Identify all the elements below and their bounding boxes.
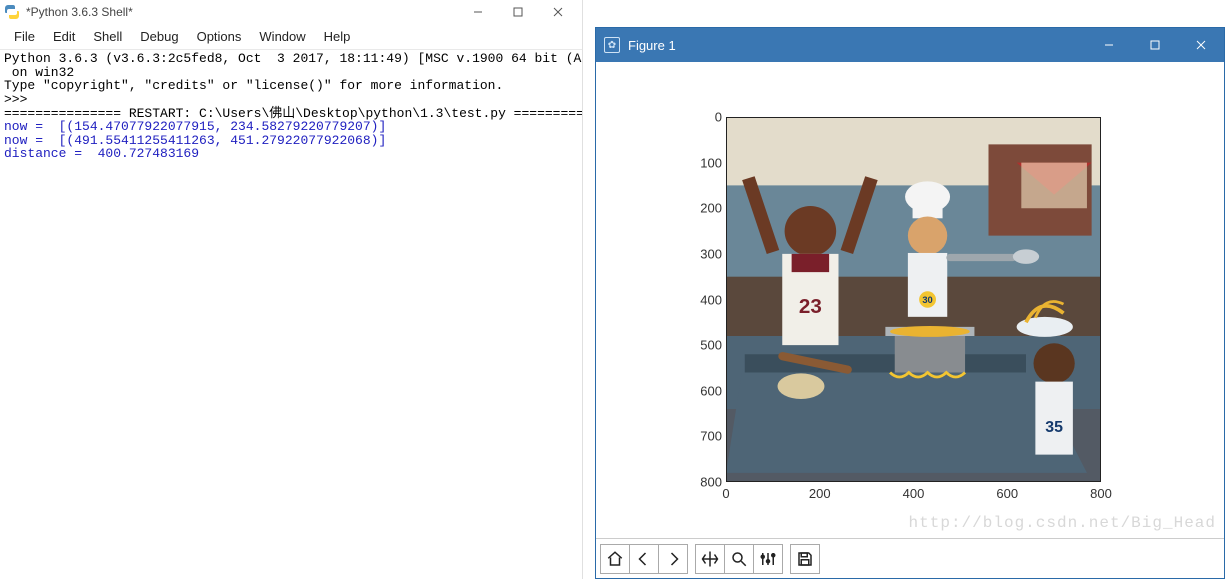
ytick: 500: [700, 338, 722, 353]
menu-debug[interactable]: Debug: [132, 27, 186, 46]
axes-frame: [726, 117, 1101, 482]
menu-options[interactable]: Options: [189, 27, 250, 46]
ytick: 0: [715, 110, 722, 125]
xtick: 0: [722, 486, 729, 501]
xtick: 600: [996, 486, 1018, 501]
ytick: 800: [700, 475, 722, 490]
ytick: 100: [700, 155, 722, 170]
watermark: http://blog.csdn.net/Big_Head: [909, 514, 1216, 532]
tool-configure[interactable]: [753, 544, 783, 574]
tk-icon: ✿: [604, 37, 620, 53]
menu-window[interactable]: Window: [251, 27, 313, 46]
shell-line: =============== RESTART: C:\Users\佛山\Des…: [4, 107, 578, 121]
ytick: 700: [700, 429, 722, 444]
ytick: 400: [700, 292, 722, 307]
xtick: 400: [903, 486, 925, 501]
close-button[interactable]: [538, 0, 578, 24]
shell-output[interactable]: Python 3.6.3 (v3.6.3:2c5fed8, Oct 3 2017…: [0, 50, 582, 579]
ytick: 300: [700, 246, 722, 261]
python-shell-window: *Python 3.6.3 Shell* File Edit Shell Deb…: [0, 0, 583, 579]
xtick: 200: [809, 486, 831, 501]
figure-titlebar[interactable]: ✿ Figure 1: [596, 28, 1224, 62]
figure-minimize-button[interactable]: [1086, 28, 1132, 62]
tool-zoom[interactable]: [724, 544, 754, 574]
menu-file[interactable]: File: [6, 27, 43, 46]
menu-edit[interactable]: Edit: [45, 27, 83, 46]
shell-line: Python 3.6.3 (v3.6.3:2c5fed8, Oct 3 2017…: [4, 52, 578, 66]
tool-home[interactable]: [600, 544, 630, 574]
figure-close-button[interactable]: [1178, 28, 1224, 62]
shell-line: on win32: [4, 66, 578, 80]
shell-title: *Python 3.6.3 Shell*: [26, 5, 458, 19]
menu-help[interactable]: Help: [316, 27, 359, 46]
shell-line: Type "copyright", "credits" or "license(…: [4, 79, 578, 93]
menu-shell[interactable]: Shell: [85, 27, 130, 46]
figure-title: Figure 1: [628, 38, 1086, 53]
python-icon: [4, 4, 20, 20]
ytick: 200: [700, 201, 722, 216]
shell-line: now = [(491.55411255411263, 451.27922077…: [4, 134, 578, 148]
figure-canvas[interactable]: 23 30: [596, 62, 1224, 538]
xtick: 800: [1090, 486, 1112, 501]
plot-area[interactable]: 23 30: [726, 117, 1101, 482]
figure-window: ✿ Figure 1: [595, 27, 1225, 579]
tool-forward[interactable]: [658, 544, 688, 574]
tool-pan[interactable]: [695, 544, 725, 574]
shell-line: distance = 400.727483169: [4, 147, 578, 161]
minimize-button[interactable]: [458, 0, 498, 24]
ytick: 600: [700, 383, 722, 398]
shell-line: >>>: [4, 93, 578, 107]
shell-menubar: File Edit Shell Debug Options Window Hel…: [0, 24, 582, 50]
tool-back[interactable]: [629, 544, 659, 574]
shell-titlebar[interactable]: *Python 3.6.3 Shell*: [0, 0, 582, 24]
tool-save[interactable]: [790, 544, 820, 574]
shell-line: now = [(154.47077922077915, 234.58279220…: [4, 120, 578, 134]
figure-maximize-button[interactable]: [1132, 28, 1178, 62]
maximize-button[interactable]: [498, 0, 538, 24]
mpl-toolbar: [596, 538, 1224, 578]
